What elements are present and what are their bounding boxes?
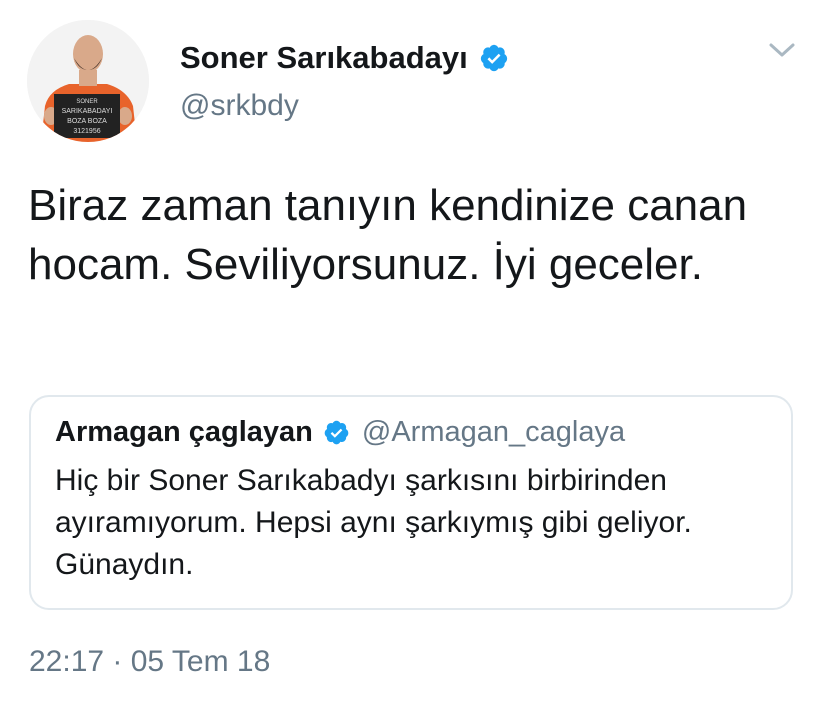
author-display-name[interactable]: Soner Sarıkabadayı: [180, 40, 468, 76]
avatar-sign-line-2: SARIKABADAYI: [62, 108, 113, 115]
verified-badge-icon: [323, 419, 350, 446]
tweet-text: Biraz zaman tanıyın kendinize canan hoca…: [28, 181, 748, 289]
avatar[interactable]: SONER SARIKABADAYI BOZA BOZA 3121956: [27, 20, 149, 142]
quoted-author-handle: @Armagan_caglaya: [361, 416, 626, 448]
author-handle[interactable]: @srkbdy: [180, 89, 299, 123]
quoted-tweet-text: Hiç bir Soner Sarıkabadyı şarkısını birb…: [55, 464, 692, 581]
avatar-photo: SONER SARIKABADAYI BOZA BOZA 3121956: [27, 20, 149, 142]
chevron-down-icon[interactable]: [766, 38, 798, 62]
avatar-sign-line-3: BOZA BOZA: [67, 118, 107, 125]
quoted-tweet-header: Armagan çaglayan @Armagan_caglaya: [55, 416, 625, 449]
avatar-sign-line-1: SONER: [76, 99, 98, 105]
tweet-timestamp[interactable]: 22:17 · 05 Tem 18: [29, 645, 270, 679]
quoted-author-display-name: Armagan çaglayan: [55, 416, 313, 448]
verified-badge-icon: [479, 43, 509, 73]
quoted-tweet[interactable]: Armagan çaglayan @Armagan_caglaya Hiç bi…: [29, 395, 793, 610]
avatar-sign-line-4: 3121956: [73, 128, 100, 135]
author-header[interactable]: Soner Sarıkabadayı: [180, 40, 509, 76]
